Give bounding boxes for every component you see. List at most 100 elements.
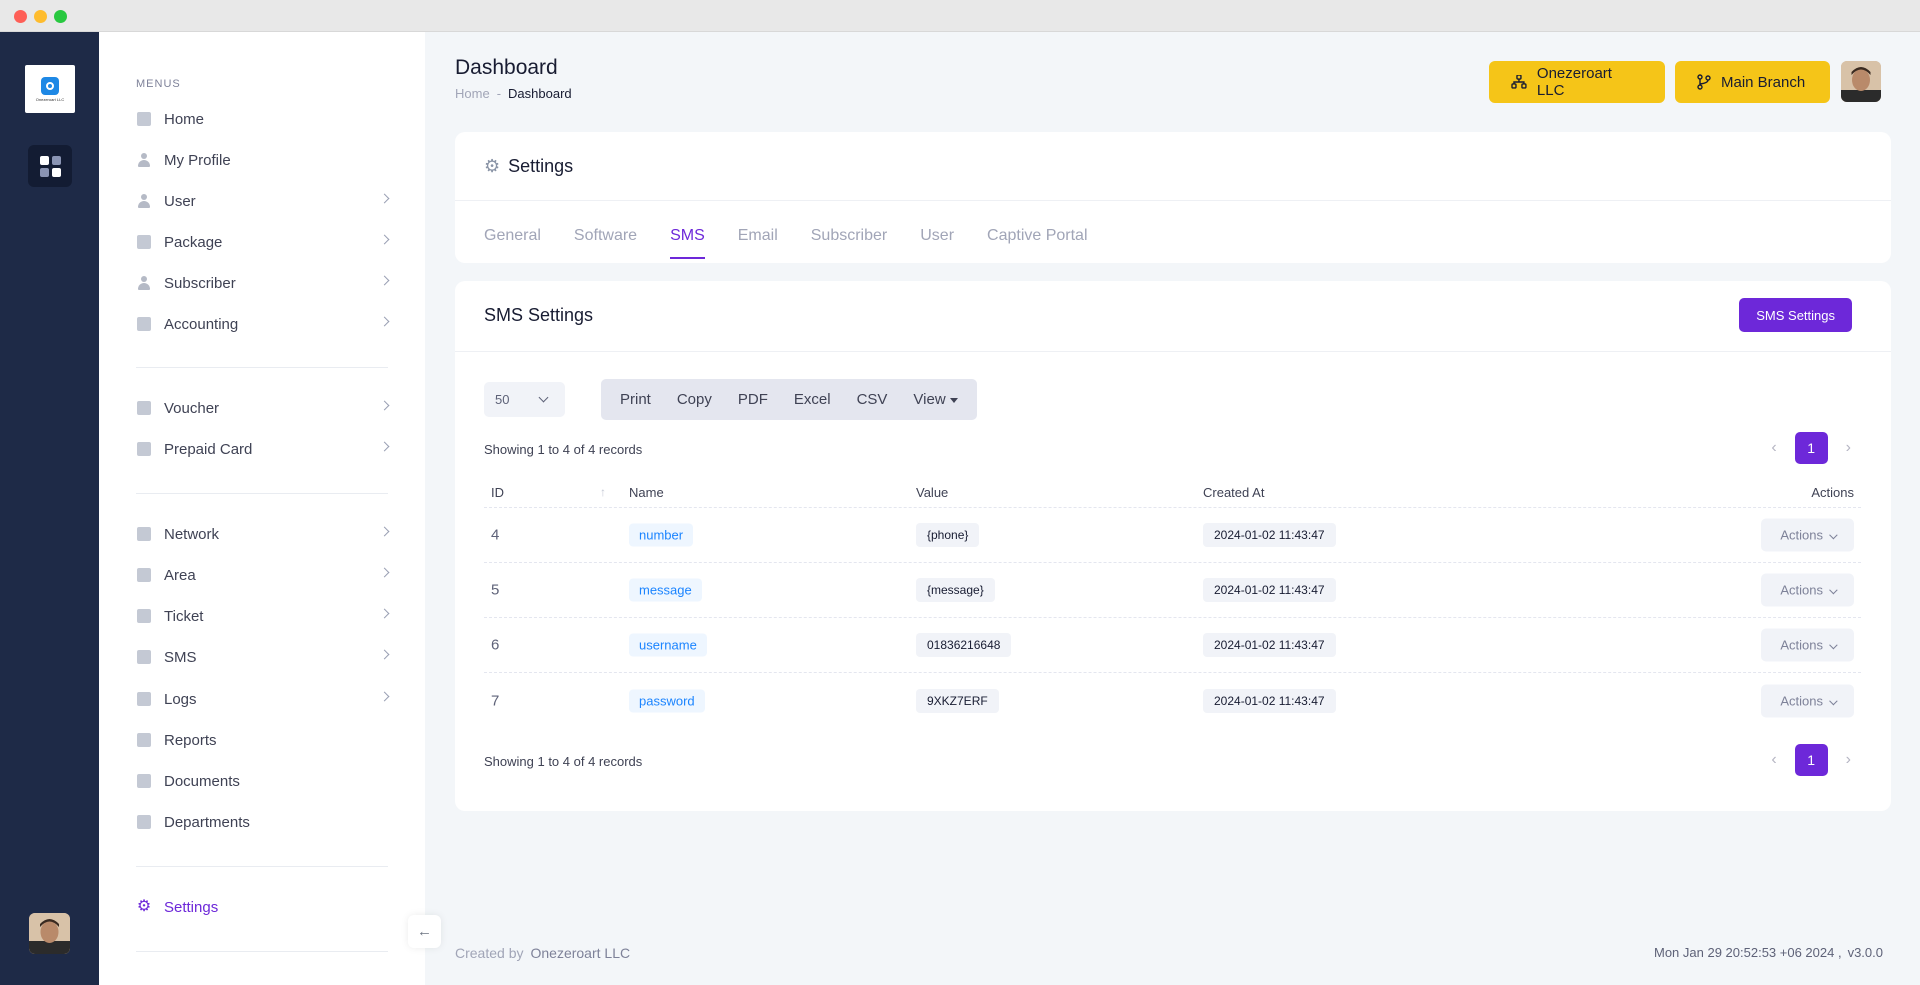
copy-button[interactable]: Copy bbox=[664, 391, 725, 408]
menu-heading: MENUS bbox=[136, 78, 181, 90]
previous-page-icon[interactable]: ‹ bbox=[1771, 439, 1776, 457]
sms-settings-button[interactable]: SMS Settings bbox=[1739, 298, 1852, 332]
sidebar-item-label: Ticket bbox=[164, 607, 204, 625]
row-value-badge: {message} bbox=[916, 578, 995, 602]
user-avatar[interactable] bbox=[1841, 61, 1881, 102]
chevron-right-icon bbox=[379, 691, 390, 702]
table-row: 7 password 9XKZ7ERF 2024-01-02 11:43:47 … bbox=[484, 673, 1861, 728]
tab-captive-portal[interactable]: Captive Portal bbox=[987, 227, 1088, 259]
chevron-down-icon bbox=[538, 392, 549, 403]
page-button[interactable]: 1 bbox=[1794, 744, 1828, 776]
print-button[interactable]: Print bbox=[607, 391, 664, 408]
row-actions-button[interactable]: Actions bbox=[1761, 628, 1854, 662]
sidebar-item-label: Subscriber bbox=[164, 274, 236, 292]
sidebar-item-area[interactable]: Area bbox=[136, 560, 390, 590]
chevron-right-icon bbox=[379, 193, 390, 204]
sidebar-item-user[interactable]: User bbox=[136, 186, 390, 216]
sidebar-item-subscriber[interactable]: Subscriber bbox=[136, 268, 390, 298]
column-header-value[interactable]: Value bbox=[916, 485, 948, 500]
tab-user[interactable]: User bbox=[920, 227, 954, 259]
dashboard-grid-icon bbox=[39, 155, 61, 177]
sidebar-item-home[interactable]: Home bbox=[136, 104, 388, 134]
row-actions-button[interactable]: Actions bbox=[1761, 684, 1854, 717]
brand-name: Onezeroart LLC bbox=[35, 96, 65, 102]
divider bbox=[455, 200, 1891, 201]
sidebar-item-package[interactable]: Package bbox=[136, 227, 390, 257]
row-created-at: 2024-01-02 11:43:47 bbox=[1203, 523, 1336, 547]
organization-button[interactable]: Onezeroart LLC bbox=[1489, 61, 1665, 103]
next-page-icon[interactable]: › bbox=[1846, 439, 1851, 457]
sidebar-item-departments[interactable]: Departments bbox=[136, 807, 388, 837]
sidebar-item-documents[interactable]: Documents bbox=[136, 766, 388, 796]
collapse-sidebar-button[interactable]: ← bbox=[408, 915, 441, 948]
sort-icon[interactable]: ↑ bbox=[600, 485, 606, 499]
calculator-icon bbox=[136, 316, 152, 332]
sidebar-item-label: Reports bbox=[164, 731, 217, 749]
row-value-badge: 9XKZ7ERF bbox=[916, 688, 999, 713]
close-window-button[interactable] bbox=[14, 10, 27, 23]
row-actions-button[interactable]: Actions bbox=[1761, 518, 1854, 552]
package-icon bbox=[136, 234, 152, 250]
settings-title: ⚙ Settings bbox=[484, 156, 573, 177]
location-icon bbox=[136, 567, 152, 583]
sidebar-item-label: Package bbox=[164, 233, 223, 251]
sidebar-item-logs[interactable]: Logs bbox=[136, 684, 390, 714]
sidebar-item-reports[interactable]: Reports bbox=[136, 725, 388, 755]
gears-icon: ⚙ bbox=[136, 898, 152, 915]
tab-software[interactable]: Software bbox=[574, 227, 637, 259]
sidebar-item-label: Network bbox=[164, 525, 220, 543]
previous-page-icon[interactable]: ‹ bbox=[1771, 751, 1776, 769]
sms-settings-card: SMS Settings SMS Settings 50 Print Copy … bbox=[455, 281, 1891, 811]
page-size-select[interactable]: 50 bbox=[484, 382, 565, 417]
sidebar-item-label: User bbox=[164, 192, 196, 210]
column-header-id[interactable]: ID bbox=[491, 485, 504, 500]
branch-button[interactable]: Main Branch bbox=[1675, 61, 1830, 103]
column-header-created-at[interactable]: Created At bbox=[1203, 485, 1264, 500]
card-icon bbox=[136, 441, 152, 457]
settings-card: ⚙ Settings General Software SMS Email Su… bbox=[455, 132, 1891, 263]
row-created-at: 2024-01-02 11:43:47 bbox=[1203, 688, 1336, 713]
tab-email[interactable]: Email bbox=[738, 227, 778, 259]
sidebar-menu: MENUS Home My Profile User Package Subsc… bbox=[99, 32, 425, 985]
page-button[interactable]: 1 bbox=[1794, 432, 1828, 464]
maximize-window-button[interactable] bbox=[54, 10, 67, 23]
next-page-icon[interactable]: › bbox=[1846, 751, 1851, 769]
sidebar-item-ticket[interactable]: Ticket bbox=[136, 601, 390, 631]
tab-general[interactable]: General bbox=[484, 227, 541, 259]
view-dropdown-button[interactable]: View bbox=[900, 391, 970, 408]
message-icon bbox=[136, 649, 152, 665]
footer-company-link[interactable]: Onezeroart LLC bbox=[530, 945, 630, 961]
sidebar-item-label: Prepaid Card bbox=[164, 440, 253, 458]
user-icon bbox=[136, 193, 152, 209]
records-info: Showing 1 to 4 of 4 records bbox=[484, 442, 643, 457]
sidebar-item-my-profile[interactable]: My Profile bbox=[136, 145, 388, 175]
sidebar-item-prepaid-card[interactable]: Prepaid Card bbox=[136, 434, 390, 464]
column-header-name[interactable]: Name bbox=[629, 485, 664, 500]
sidebar-item-label: Accounting bbox=[164, 315, 239, 333]
sidebar-item-network[interactable]: Network bbox=[136, 519, 390, 549]
chevron-right-icon bbox=[379, 316, 390, 327]
tab-subscriber[interactable]: Subscriber bbox=[811, 227, 887, 259]
footer-version: v3.0.0 bbox=[1847, 945, 1883, 960]
sidebar-item-voucher[interactable]: Voucher bbox=[136, 393, 390, 423]
breadcrumb-home-link[interactable]: Home bbox=[455, 86, 490, 101]
sidebar-item-accounting[interactable]: Accounting bbox=[136, 309, 390, 339]
csv-button[interactable]: CSV bbox=[844, 391, 901, 408]
footer-credit: Created by Onezeroart LLC bbox=[455, 945, 630, 961]
minimize-window-button[interactable] bbox=[34, 10, 47, 23]
column-header-actions: Actions bbox=[1811, 485, 1854, 500]
rail-user-avatar[interactable] bbox=[29, 913, 70, 954]
brand-logo[interactable]: Onezeroart LLC bbox=[25, 65, 75, 113]
menu-separator bbox=[136, 866, 388, 867]
tab-sms[interactable]: SMS bbox=[670, 227, 705, 259]
document-icon bbox=[136, 773, 152, 789]
excel-button[interactable]: Excel bbox=[781, 391, 844, 408]
sidebar-item-label: SMS bbox=[164, 648, 197, 666]
sidebar-item-settings[interactable]: ⚙ Settings bbox=[136, 892, 388, 922]
sidebar-item-label: Area bbox=[164, 566, 196, 584]
dashboard-rail-button[interactable] bbox=[28, 145, 72, 187]
sidebar-item-sms[interactable]: SMS bbox=[136, 642, 390, 672]
pdf-button[interactable]: PDF bbox=[725, 391, 781, 408]
row-actions-button[interactable]: Actions bbox=[1761, 573, 1854, 607]
voucher-icon bbox=[136, 400, 152, 416]
